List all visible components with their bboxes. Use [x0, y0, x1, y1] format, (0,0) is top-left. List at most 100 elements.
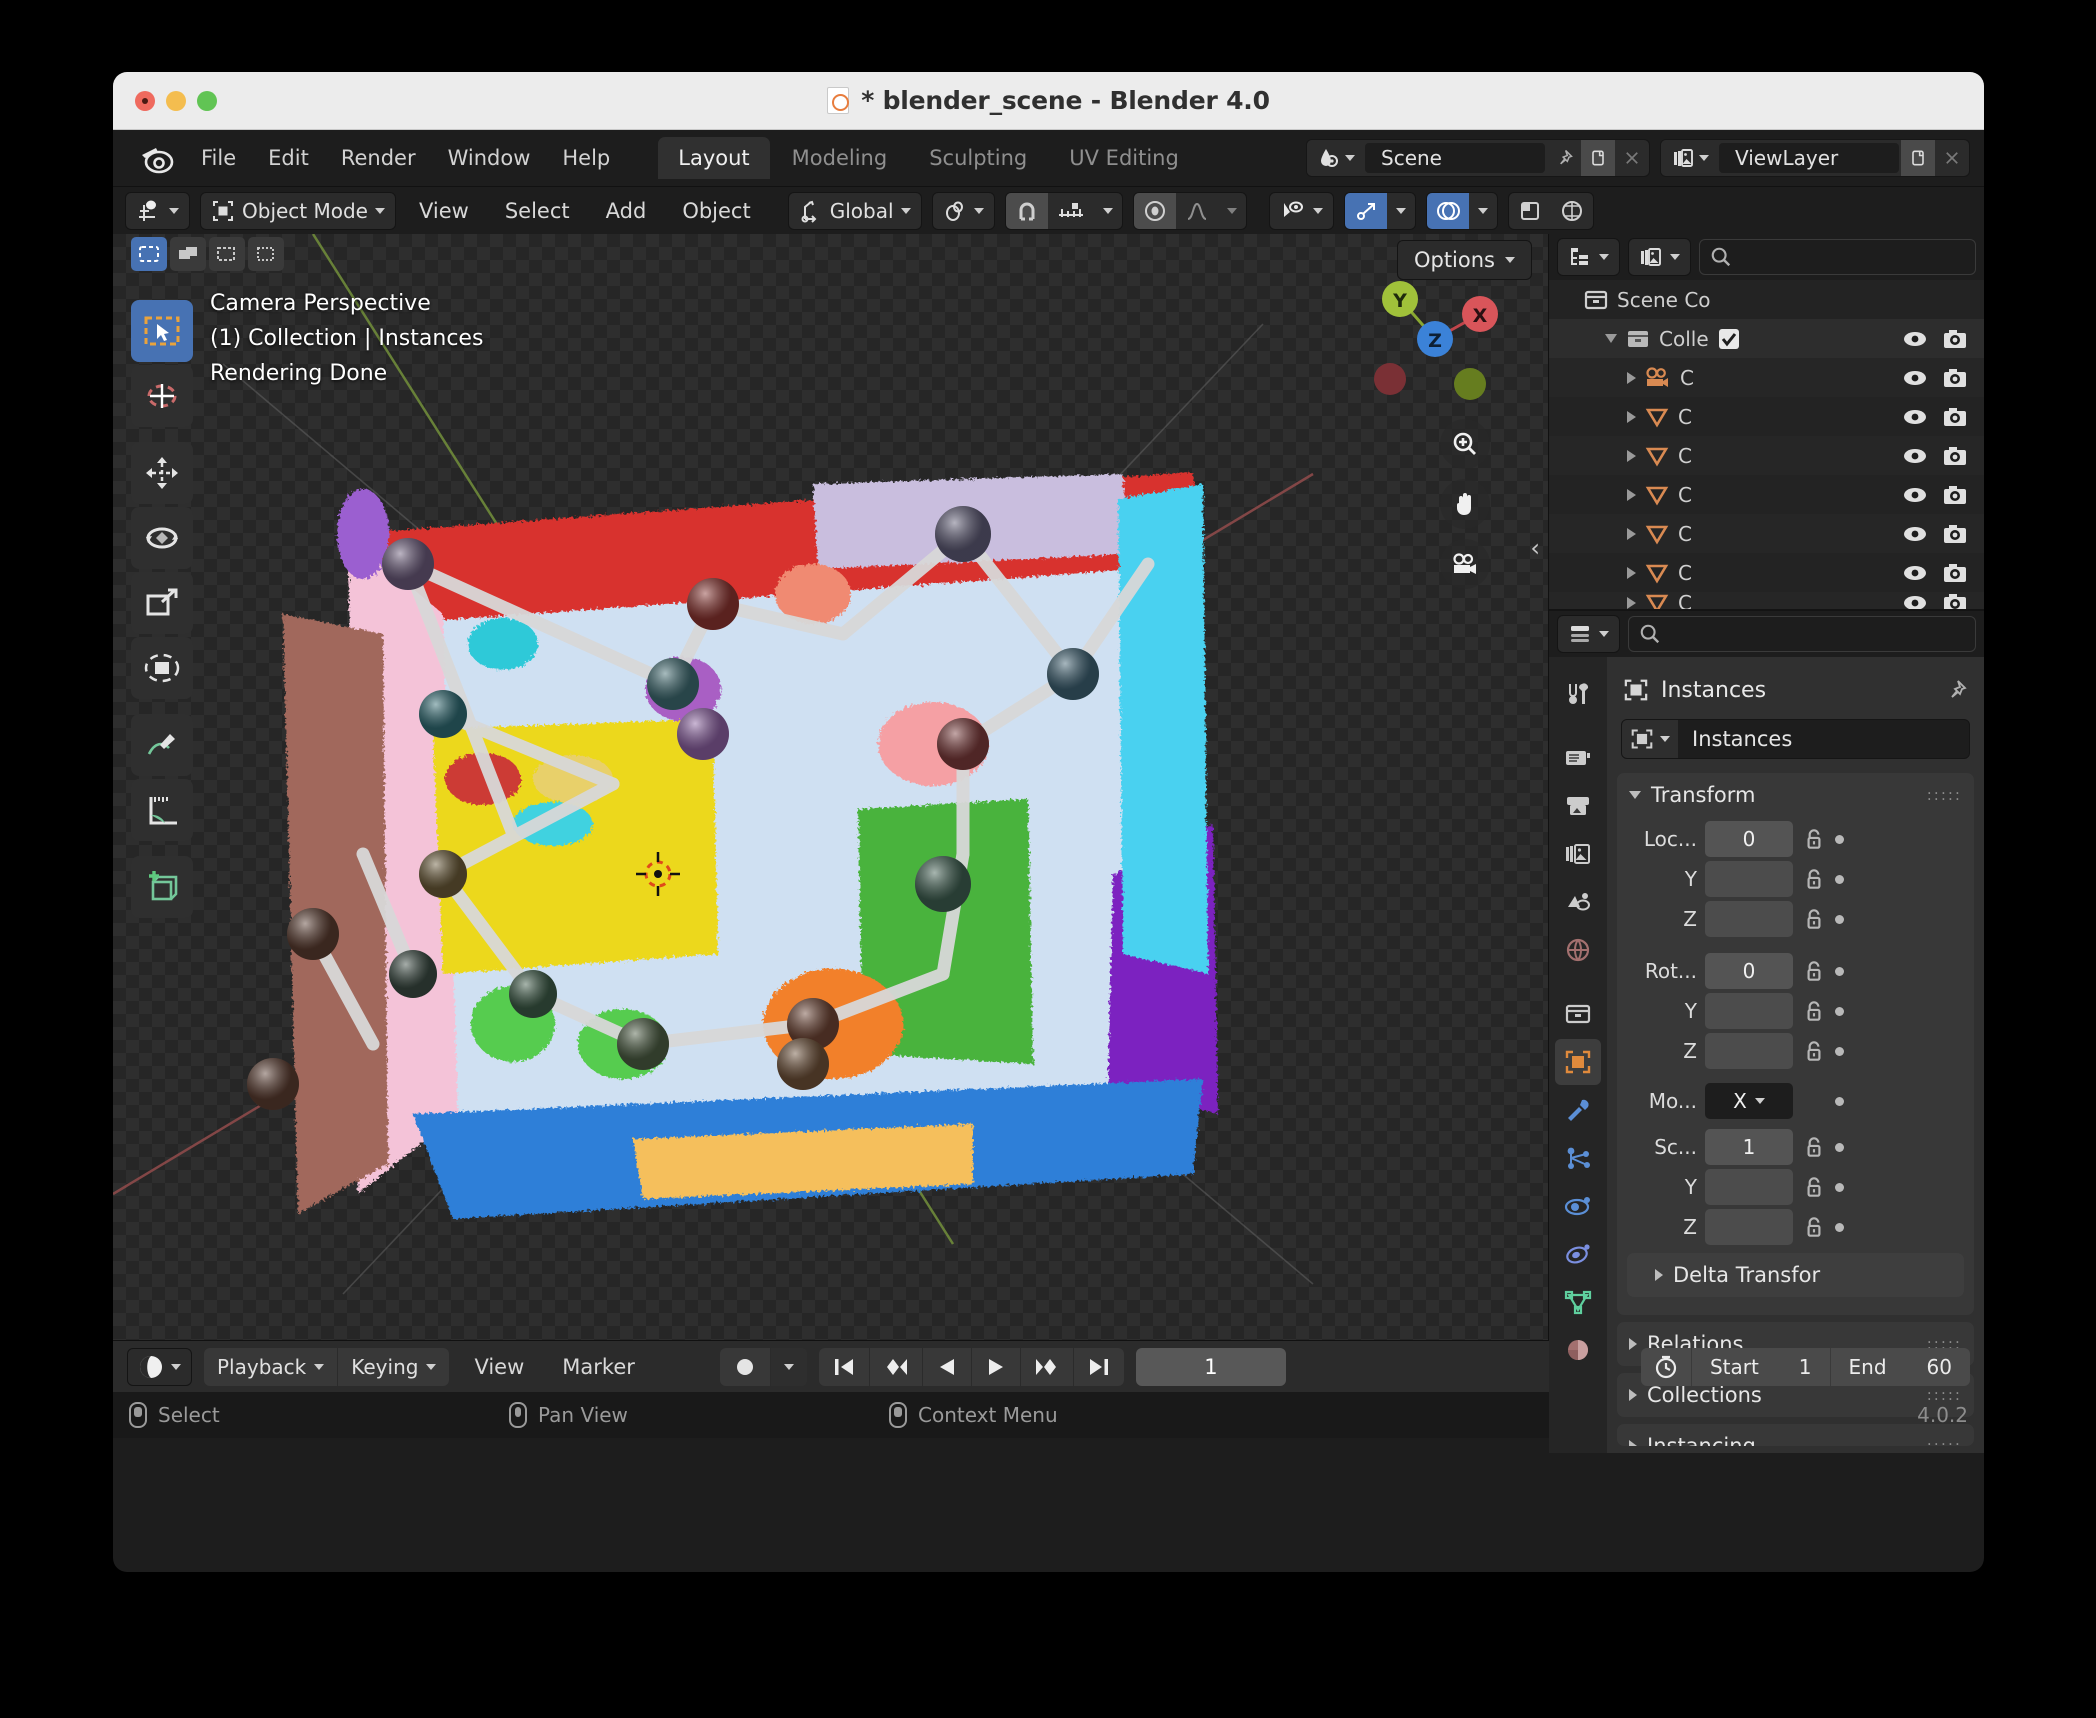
select-box-tool[interactable] [131, 300, 193, 362]
magnet-icon[interactable] [1005, 192, 1048, 229]
outliner-row-mesh[interactable]: C [1549, 475, 1984, 514]
disclosure-triangle[interactable] [1627, 371, 1636, 384]
disclosure-triangle[interactable] [1627, 488, 1636, 501]
object-mode-selector[interactable]: Object Mode [200, 191, 396, 230]
animate-property-dot[interactable] [1835, 1006, 1844, 1016]
add-cube-tool[interactable] [131, 856, 193, 918]
proportional-edit-icon[interactable] [1133, 192, 1176, 229]
checkbox-icon[interactable] [1717, 327, 1741, 351]
material-props-icon[interactable] [1555, 1327, 1601, 1373]
lock-icon[interactable] [1801, 1134, 1827, 1160]
viewport-menu-add[interactable]: Add [593, 193, 660, 229]
move-tool[interactable] [131, 442, 193, 504]
cursor-tool[interactable] [131, 365, 193, 427]
close-button[interactable] [135, 90, 155, 111]
outliner-search-input[interactable] [1699, 239, 1976, 275]
object-name-field[interactable]: Instances [1678, 720, 1969, 758]
end-frame-field[interactable]: End 60 [1831, 1348, 1970, 1386]
3d-viewport[interactable]: Camera Perspective (1) Collection | Inst… [113, 234, 1548, 1340]
disclosure-triangle[interactable] [1627, 597, 1636, 609]
prev-keyframe-icon[interactable] [870, 1347, 923, 1386]
minimize-button[interactable] [166, 90, 186, 111]
lock-icon[interactable] [1801, 998, 1827, 1024]
physics-props-icon[interactable] [1555, 1183, 1601, 1229]
location-z-field[interactable] [1705, 901, 1793, 937]
collection-props-icon[interactable] [1555, 991, 1601, 1037]
pivot-point-selector[interactable] [931, 191, 995, 230]
tab-sculpting[interactable]: Sculpting [909, 137, 1047, 179]
viewport-menu-object[interactable]: Object [669, 193, 763, 229]
play-icon[interactable] [972, 1347, 1021, 1386]
current-frame-field[interactable]: 1 [1135, 1347, 1286, 1386]
blender-logo-icon[interactable] [137, 138, 177, 178]
location-y-field[interactable] [1705, 861, 1793, 897]
camera-render-icon[interactable] [1942, 367, 1968, 389]
transform-panel-header[interactable]: Transform ::::: [1617, 773, 1974, 817]
rotation-z-field[interactable] [1705, 1033, 1793, 1069]
gizmo-icon[interactable] [1344, 192, 1387, 229]
timeline-menu-keying[interactable]: Keying [338, 1348, 449, 1386]
record-dropdown[interactable] [770, 1347, 807, 1386]
chevron-right-icon[interactable] [1629, 1338, 1637, 1350]
outliner-row-mesh[interactable]: C [1549, 553, 1984, 592]
play-reverse-icon[interactable] [923, 1347, 972, 1386]
properties-search-input[interactable] [1628, 616, 1976, 652]
outliner-display-mode-icon[interactable] [1557, 238, 1620, 276]
lock-icon[interactable] [1801, 1214, 1827, 1240]
scale-z-field[interactable] [1705, 1209, 1793, 1245]
snap-increment-icon[interactable] [1048, 193, 1094, 229]
outliner-filter-icon[interactable] [1628, 238, 1691, 276]
menu-window[interactable]: Window [432, 140, 547, 176]
viewlayer-props-icon[interactable] [1555, 831, 1601, 877]
outliner-row-mesh[interactable]: C [1549, 592, 1984, 609]
animate-property-dot[interactable] [1835, 1046, 1844, 1056]
chevron-down-icon[interactable] [1629, 791, 1641, 799]
chevron-right-icon[interactable] [1655, 1269, 1663, 1281]
tab-uv-editing[interactable]: UV Editing [1049, 137, 1199, 179]
circle-select-icon[interactable] [209, 237, 245, 271]
eye-icon[interactable] [1902, 592, 1928, 609]
viewlayer-icon[interactable] [1661, 140, 1717, 176]
overlays-icon[interactable] [1426, 192, 1469, 229]
falloff-curve-icon[interactable] [1176, 193, 1218, 229]
viewlayer-name[interactable]: ViewLayer [1719, 143, 1899, 173]
scene-props-icon[interactable] [1555, 879, 1601, 925]
camera-render-icon[interactable] [1942, 523, 1968, 545]
falloff-dropdown[interactable] [1218, 193, 1246, 229]
snapping-dropdown[interactable] [1094, 193, 1122, 229]
pan-hand-icon[interactable] [1440, 479, 1490, 529]
animate-property-dot[interactable] [1835, 966, 1844, 976]
outliner-row-collection[interactable]: Colle [1549, 319, 1984, 358]
constraints-props-icon[interactable] [1555, 1231, 1601, 1277]
scale-tool[interactable] [131, 572, 193, 634]
scale-y-field[interactable] [1705, 1169, 1793, 1205]
chevron-right-icon[interactable] [1629, 1389, 1637, 1401]
timeline-editor-icon[interactable] [127, 1347, 192, 1386]
duplicate-icon[interactable] [1901, 140, 1935, 176]
lock-icon[interactable] [1801, 1174, 1827, 1200]
navigation-gizmo[interactable]: X Y Z [1370, 274, 1500, 404]
tab-modeling[interactable]: Modeling [772, 137, 908, 179]
tweak-select-icon[interactable] [131, 237, 167, 271]
eye-icon[interactable] [1902, 562, 1928, 584]
lock-icon[interactable] [1801, 866, 1827, 892]
gizmo-dropdown[interactable] [1387, 193, 1415, 229]
camera-render-icon[interactable] [1942, 484, 1968, 506]
object-props-icon[interactable] [1622, 720, 1678, 758]
annotate-tool[interactable] [131, 714, 193, 776]
rotation-y-field[interactable] [1705, 993, 1793, 1029]
camera-render-icon[interactable] [1942, 592, 1968, 609]
rotation-mode-dropdown[interactable]: X [1705, 1083, 1793, 1119]
duplicate-icon[interactable] [1581, 140, 1615, 176]
transform-orientation-selector[interactable]: Global [787, 191, 922, 230]
outliner-row-mesh[interactable]: C [1549, 397, 1984, 436]
disclosure-triangle[interactable] [1605, 334, 1617, 343]
animate-property-dot[interactable] [1835, 1182, 1844, 1192]
animate-property-dot[interactable] [1835, 1222, 1844, 1232]
output-icon[interactable] [1555, 783, 1601, 829]
eye-icon[interactable] [1902, 367, 1928, 389]
camera-render-icon[interactable] [1942, 328, 1968, 350]
outliner-row-mesh[interactable]: C [1549, 436, 1984, 475]
x-icon[interactable] [1935, 140, 1969, 176]
instancing-panel[interactable]: Instancing ::::: [1617, 1424, 1974, 1446]
